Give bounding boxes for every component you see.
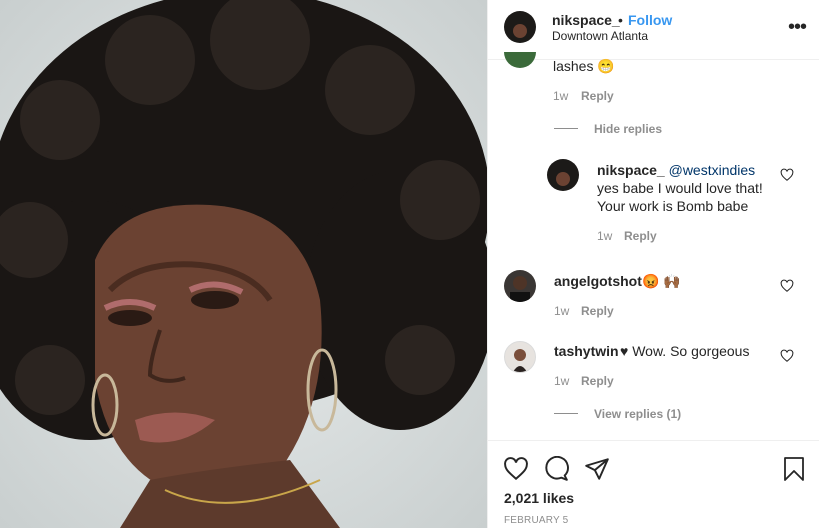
post-panel: nikspace_ • Follow Downtown Atlanta ••• … xyxy=(487,0,819,528)
save-bookmark-icon[interactable] xyxy=(782,456,806,482)
more-options-icon[interactable]: ••• xyxy=(788,16,807,39)
post-date[interactable]: FEBRUARY 5 xyxy=(504,515,568,526)
comment-time[interactable]: 1w xyxy=(554,304,569,318)
hide-replies-button[interactable]: Hide replies xyxy=(594,122,662,136)
reply-button[interactable]: Reply xyxy=(581,374,614,388)
like-heart-icon[interactable] xyxy=(780,168,794,182)
reply-mention[interactable]: @westxindies xyxy=(669,162,756,178)
comment-time[interactable]: 1w xyxy=(553,89,568,103)
reply-text: yes babe I would love that! Your work is… xyxy=(597,180,763,214)
reply-button[interactable]: Reply xyxy=(581,89,614,103)
author-avatar[interactable] xyxy=(504,11,536,43)
comment-username[interactable]: tashytwin xyxy=(554,343,619,359)
like-icon[interactable] xyxy=(503,456,529,482)
likes-count[interactable]: 2,021 likes xyxy=(504,490,574,506)
follow-button[interactable]: Follow xyxy=(628,12,672,28)
reply-username[interactable]: nikspace_ xyxy=(597,162,665,178)
like-heart-icon[interactable] xyxy=(780,349,794,363)
reply-button[interactable]: Reply xyxy=(581,304,614,318)
like-heart-icon[interactable] xyxy=(780,279,794,293)
header-separator: • xyxy=(618,12,623,28)
thread-line xyxy=(554,413,578,414)
post-photo[interactable] xyxy=(0,0,487,528)
reply-body: nikspace_ @westxindies yes babe I would … xyxy=(597,161,772,215)
reply-avatar[interactable] xyxy=(547,159,579,191)
post-location[interactable]: Downtown Atlanta xyxy=(552,29,648,43)
comment-avatar[interactable] xyxy=(504,341,536,373)
comment-text-partial: lashes 😁 xyxy=(553,58,615,74)
comment-time[interactable]: 1w xyxy=(554,374,569,388)
comment-avatar[interactable] xyxy=(504,52,536,68)
comment-text: ♥ Wow. So gorgeous xyxy=(620,343,750,359)
post-header: nikspace_ • Follow Downtown Atlanta ••• xyxy=(488,0,819,60)
portrait-image xyxy=(0,0,487,528)
share-icon[interactable] xyxy=(584,456,610,482)
comment-text: 😡 🙌🏾 xyxy=(642,273,681,289)
view-replies-button[interactable]: View replies (1) xyxy=(594,407,681,421)
reply-time[interactable]: 1w xyxy=(597,229,612,243)
comment-avatar[interactable] xyxy=(504,270,536,302)
post-actions: 2,021 likes FEBRUARY 5 xyxy=(488,440,819,529)
reply-button[interactable]: Reply xyxy=(624,229,657,243)
comment-icon[interactable] xyxy=(543,456,569,482)
author-username[interactable]: nikspace_ xyxy=(552,12,620,28)
thread-line xyxy=(554,128,578,129)
comment-username[interactable]: angelgotshot xyxy=(554,273,642,289)
